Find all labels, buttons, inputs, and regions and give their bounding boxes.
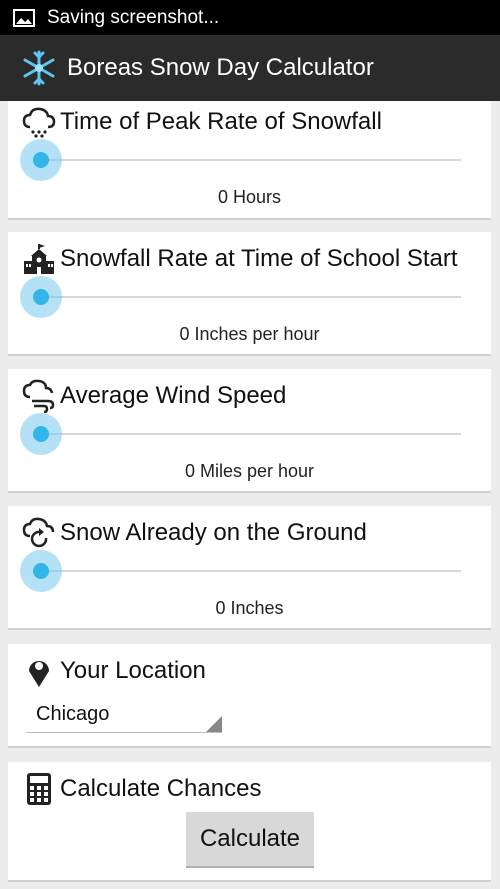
peak-time-slider[interactable]: [20, 139, 461, 181]
image-icon: [13, 8, 35, 27]
snowfall-rate-title: Snowfall Rate at Time of School Start: [60, 245, 458, 272]
snow-cloud-icon: [22, 107, 56, 138]
peak-time-title-row: Time of Peak Rate of Snowfall: [22, 105, 382, 139]
peak-time-value: 0 Hours: [217, 187, 282, 207]
location-title-row: Your Location: [22, 654, 206, 688]
content-scroll[interactable]: Time of Peak Rate of Snowfall 0 Hours Sn…: [0, 101, 500, 889]
ground-snow-title: Snow Already on the Ground: [60, 519, 367, 546]
status-text: Saving screenshot...: [47, 6, 220, 28]
wind-speed-card: Average Wind Speed 0 Miles per hour: [8, 369, 491, 493]
slider-track: [42, 296, 461, 298]
peak-time-card: Time of Peak Rate of Snowfall 0 Hours: [8, 101, 491, 220]
location-card: Your Location Chicago: [8, 644, 491, 748]
calculate-title-row: Calculate Chances: [22, 772, 261, 806]
ground-snow-value: 0 Inches: [215, 598, 284, 618]
wind-speed-title-row: Average Wind Speed: [22, 379, 286, 413]
calculate-button[interactable]: Calculate: [186, 812, 314, 868]
slider-thumb[interactable]: [20, 139, 62, 181]
location-pin-icon: [29, 661, 49, 687]
snowflake-icon: [23, 50, 55, 86]
ground-snow-title-row: Snow Already on the Ground: [22, 516, 367, 550]
calculate-card: Calculate Chances Calculate: [8, 762, 491, 882]
snowfall-rate-value: 0 Inches per hour: [179, 324, 320, 344]
slider-thumb[interactable]: [20, 413, 62, 455]
snowfall-rate-slider[interactable]: [20, 276, 461, 318]
wind-speed-slider[interactable]: [20, 413, 461, 455]
dropdown-arrow-icon: [206, 716, 222, 732]
action-bar: Boreas Snow Day Calculator: [0, 35, 500, 101]
wind-cloud-icon: [22, 379, 55, 413]
calculator-icon: [27, 773, 51, 805]
location-title: Your Location: [60, 657, 206, 684]
peak-time-title: Time of Peak Rate of Snowfall: [60, 108, 382, 135]
snowfall-rate-title-row: Snowfall Rate at Time of School Start: [22, 242, 458, 276]
slider-thumb[interactable]: [20, 276, 62, 318]
school-icon: [24, 244, 54, 274]
status-bar: Saving screenshot...: [0, 0, 500, 35]
app-title: Boreas Snow Day Calculator: [67, 54, 374, 81]
ground-snow-slider[interactable]: [20, 550, 461, 592]
slider-track: [42, 159, 461, 161]
ground-snow-card: Snow Already on the Ground 0 Inches: [8, 506, 491, 630]
wind-speed-value: 0 Miles per hour: [184, 461, 315, 481]
slider-thumb[interactable]: [20, 550, 62, 592]
calculate-title: Calculate Chances: [60, 775, 262, 802]
slider-track: [42, 433, 461, 435]
location-selected-value: Chicago: [36, 703, 110, 725]
slider-track: [42, 570, 461, 572]
snowfall-rate-card: Snowfall Rate at Time of School Start 0 …: [8, 232, 491, 356]
wind-speed-title: Average Wind Speed: [60, 382, 287, 409]
cloud-refresh-icon: [22, 517, 55, 548]
location-select[interactable]: Chicago: [26, 702, 222, 733]
